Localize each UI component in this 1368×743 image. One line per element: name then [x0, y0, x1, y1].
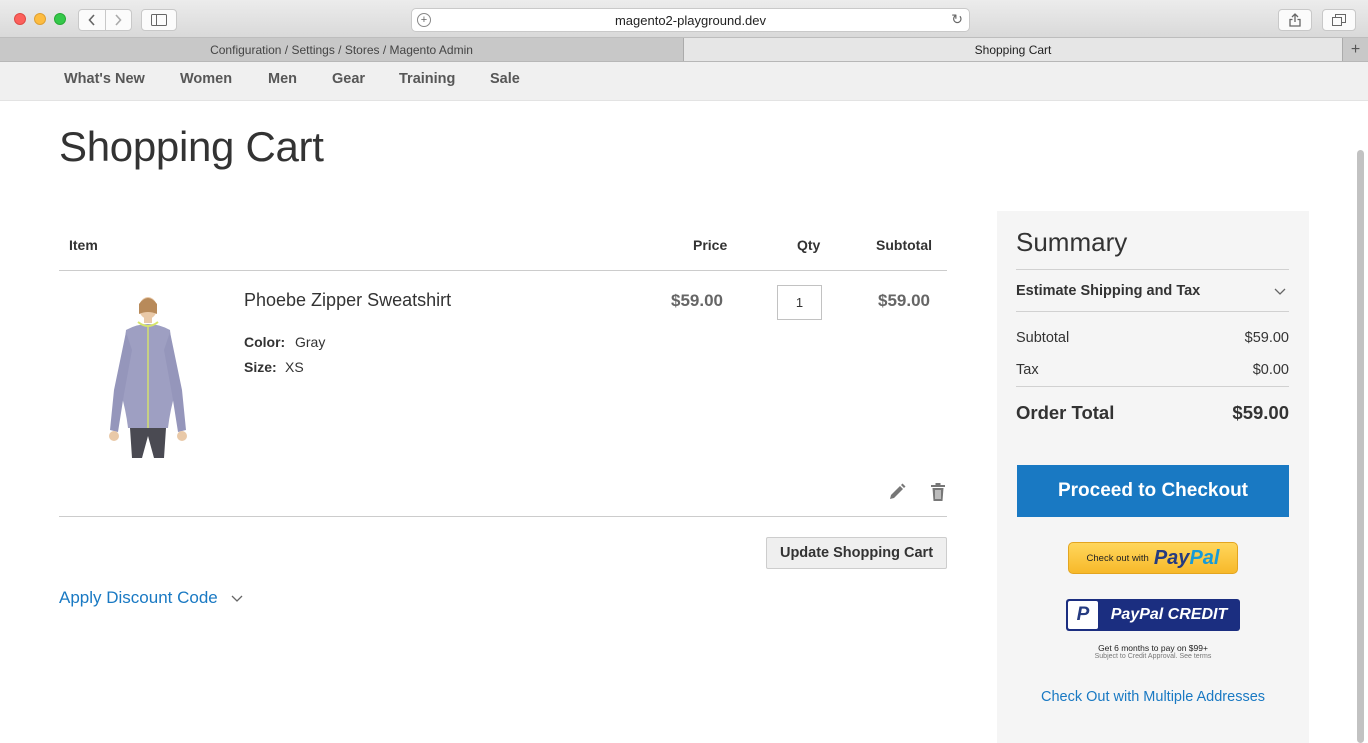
paypal-p-icon: P: [1068, 601, 1098, 629]
tab-label: Shopping Cart: [974, 42, 1052, 57]
store-navigation: What's New Women Men Gear Training Sale: [0, 62, 1368, 101]
order-total-label: Order Total: [1016, 402, 1115, 423]
product-image[interactable]: [76, 290, 206, 460]
reload-icon[interactable]: ↻: [951, 11, 963, 28]
add-bookmark-icon[interactable]: +: [417, 13, 431, 27]
edit-pencil-icon[interactable]: [887, 482, 907, 502]
paypal-credit-button[interactable]: P PayPal CREDIT: [1066, 599, 1240, 631]
url-text: magento2-playground.dev: [614, 12, 767, 28]
new-tab-button[interactable]: +: [1342, 38, 1368, 61]
paypal-logo-pay: Pay: [1153, 546, 1190, 569]
product-name[interactable]: Phoebe Zipper Sweatshirt: [244, 290, 451, 311]
back-button[interactable]: [79, 10, 105, 30]
page-title: Shopping Cart: [59, 123, 324, 170]
option-value-size: XS: [285, 359, 304, 375]
tab-overview-button[interactable]: [1322, 9, 1356, 31]
nav-item-men[interactable]: Men: [268, 71, 297, 87]
nav-item-sale[interactable]: Sale: [490, 71, 520, 87]
nav-item-gear[interactable]: Gear: [332, 71, 365, 87]
divider: [59, 270, 947, 271]
browser-titlebar: + magento2-playground.dev ↻: [0, 0, 1368, 38]
paypal-checkout-button[interactable]: Check out with PayPal: [1068, 542, 1238, 574]
estimate-shipping-label: Estimate Shipping and Tax: [1016, 283, 1201, 299]
option-label-size: Size:: [244, 359, 277, 375]
update-shopping-cart-button[interactable]: Update Shopping Cart: [766, 537, 947, 569]
summary-title: Summary: [1016, 227, 1128, 257]
chevron-down-icon: [1274, 288, 1286, 295]
column-header-subtotal: Subtotal: [876, 237, 932, 253]
multiple-addresses-link[interactable]: Check Out with Multiple Addresses: [997, 689, 1309, 705]
share-button[interactable]: [1278, 9, 1312, 31]
proceed-to-checkout-button[interactable]: Proceed to Checkout: [1017, 465, 1289, 517]
qty-input[interactable]: [777, 285, 822, 320]
tab-label: Configuration / Settings / Stores / Mage…: [210, 42, 473, 57]
paypal-credit-terms[interactable]: Subject to Credit Approval. See terms: [997, 653, 1309, 660]
sidebar-toggle-button[interactable]: [141, 9, 177, 31]
item-price: $59.00: [671, 291, 723, 310]
tab-magento-admin[interactable]: Configuration / Settings / Stores / Mage…: [0, 38, 684, 61]
page-scrollbar[interactable]: [1357, 150, 1364, 743]
nav-item-whats-new[interactable]: What's New: [64, 71, 145, 87]
sidebar-icon: [151, 14, 167, 26]
paypal-credit-label: PayPal CREDIT: [1110, 606, 1228, 623]
option-value-color: Gray: [295, 334, 326, 350]
subtotal-label: Subtotal: [1016, 330, 1070, 346]
tax-label: Tax: [1016, 362, 1039, 378]
item-subtotal: $59.00: [878, 291, 930, 310]
divider: [1016, 269, 1289, 270]
subtotal-value: $59.00: [1244, 330, 1289, 346]
chevron-left-icon: [88, 14, 95, 26]
divider: [1016, 386, 1289, 387]
apply-discount-toggle[interactable]: Apply Discount Code: [59, 588, 244, 608]
tab-bar: Configuration / Settings / Stores / Mage…: [0, 38, 1368, 62]
order-total-value: $59.00: [1232, 402, 1289, 423]
chevron-down-icon: [231, 595, 243, 602]
tabs-icon: [1332, 14, 1346, 26]
column-header-price: Price: [693, 237, 728, 253]
column-header-item: Item: [69, 237, 98, 253]
order-summary: Summary Estimate Shipping and Tax Subtot…: [997, 211, 1309, 743]
nav-item-women[interactable]: Women: [180, 71, 232, 87]
divider: [1016, 311, 1289, 312]
history-nav: [78, 9, 132, 31]
close-window-button[interactable]: [14, 13, 26, 25]
paypal-logo-pal: Pal: [1189, 546, 1220, 569]
share-icon: [1289, 13, 1301, 27]
nav-item-training[interactable]: Training: [399, 71, 455, 87]
maximize-window-button[interactable]: [54, 13, 66, 25]
minimize-window-button[interactable]: [34, 13, 46, 25]
paypal-logo: PayPal: [1154, 547, 1220, 570]
chevron-right-icon: [115, 14, 122, 26]
option-label-color: Color:: [244, 334, 286, 350]
forward-button[interactable]: [104, 10, 132, 30]
estimate-shipping-toggle[interactable]: Estimate Shipping and Tax: [1016, 283, 1289, 299]
divider: [59, 516, 947, 517]
address-bar[interactable]: + magento2-playground.dev ↻: [411, 8, 970, 32]
paypal-credit-offer: Get 6 months to pay on $99+: [1098, 643, 1208, 653]
tab-shopping-cart[interactable]: Shopping Cart: [684, 38, 1342, 61]
tax-value: $0.00: [1252, 362, 1289, 378]
paypal-checkout-text: Check out with: [1086, 552, 1149, 564]
column-header-qty: Qty: [797, 237, 821, 253]
trash-icon[interactable]: [928, 482, 948, 502]
apply-discount-label: Apply Discount Code: [59, 588, 218, 607]
